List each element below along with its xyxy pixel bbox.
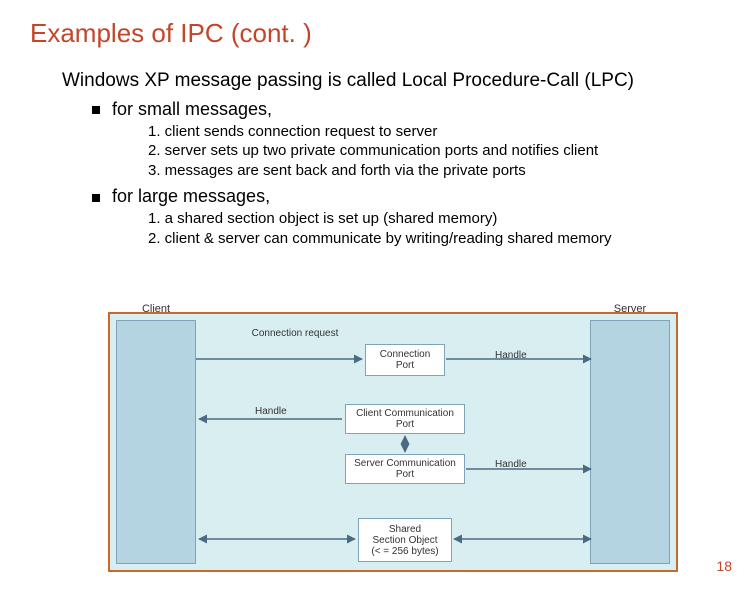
diagram-pane: Client Server Connection Port Client Com… — [110, 314, 676, 570]
list-item: 2. server sets up two private communicat… — [148, 141, 756, 161]
numbered-list-large: 1. a shared section object is set up (sh… — [148, 209, 756, 248]
bullet-large-messages: for large messages, — [92, 186, 756, 207]
numbered-list-small: 1. client sends connection request to se… — [148, 122, 756, 181]
bullet-text: for small messages, — [112, 99, 272, 119]
list-item: 2. client & server can communicate by wr… — [148, 229, 756, 249]
slide-content: Windows XP message passing is called Loc… — [62, 69, 756, 248]
bullet-text: for large messages, — [112, 186, 270, 206]
diagram-arrows — [110, 314, 676, 570]
lpc-diagram: Client Server Connection Port Client Com… — [108, 312, 678, 572]
slide-title: Examples of IPC (cont. ) — [30, 18, 756, 49]
list-item: 1. a shared section object is set up (sh… — [148, 209, 756, 229]
page-number: 18 — [716, 558, 732, 574]
bullet-small-messages: for small messages, — [92, 99, 756, 120]
bullet-square-icon — [92, 194, 100, 202]
list-item: 1. client sends connection request to se… — [148, 122, 756, 142]
list-item: 3. messages are sent back and forth via … — [148, 161, 756, 181]
bullet-square-icon — [92, 106, 100, 114]
intro-paragraph: Windows XP message passing is called Loc… — [62, 69, 702, 93]
